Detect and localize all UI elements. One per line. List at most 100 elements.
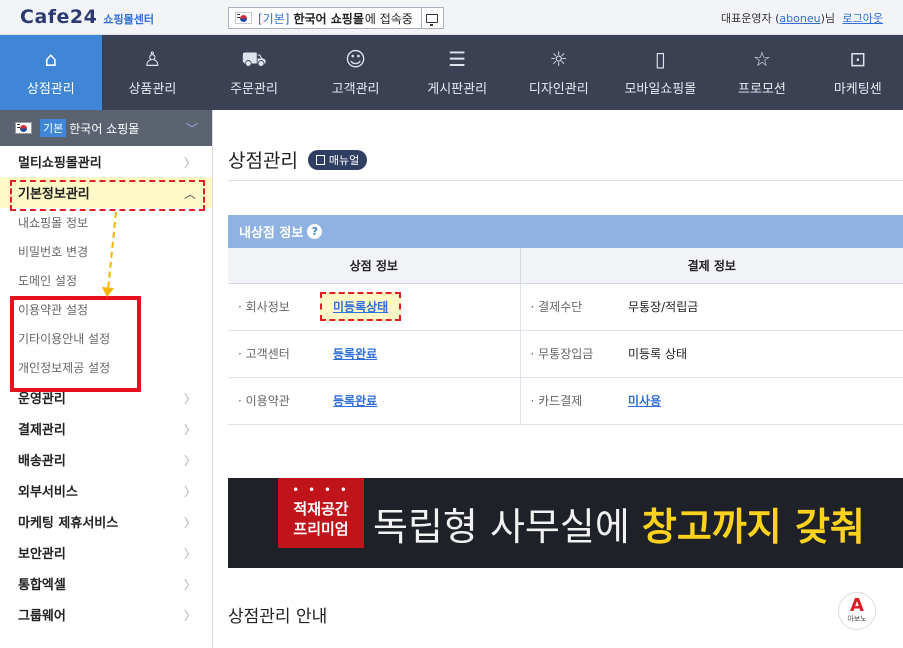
abono-label: 아보노 (847, 615, 867, 623)
gnb-mobile-shop[interactable]: ▯ 모바일쇼핑몰 (610, 35, 712, 110)
cafe24-logo[interactable]: Cafe24 쇼핑몰센터 (20, 6, 154, 28)
row-label: · 이용약관 (228, 377, 320, 425)
cart-icon: ⛟ (241, 47, 267, 71)
sidebar-item-multishop[interactable]: 멀티쇼핑몰관리 〉 (0, 146, 212, 177)
manual-icon (315, 154, 325, 165)
sidebar-item-label: 배송관리 (18, 454, 66, 469)
sidebar-item-shipping[interactable]: 배송관리 〉 (0, 444, 212, 475)
sidebar-item-security[interactable]: 보안관리 〉 (0, 537, 212, 568)
sidebar-item-label: 외부서비스 (18, 485, 78, 500)
gnb-label: 프로모션 (738, 82, 786, 97)
sidebar-sub-label: 내쇼핑몰 정보 (18, 216, 89, 230)
sidebar-sub-other-guide-settings[interactable]: 기타이용안내 설정 (0, 324, 212, 353)
row-value: 미등록 상태 (628, 330, 903, 378)
board-icon: ☰ (448, 47, 467, 71)
gnb-store-management[interactable]: ⌂ 상점관리 (0, 35, 102, 110)
sidebar-sub-label: 개인정보제공 설정 (18, 361, 111, 375)
sidebar-item-label: 결제관리 (18, 423, 66, 438)
sidebar-item-groupware[interactable]: 그룹웨어 〉 (0, 599, 212, 630)
col-payment-info: 결제 정보 (520, 248, 903, 284)
sidebar-sub-label: 이용약관 설정 (18, 303, 89, 317)
gnb-label: 주문관리 (230, 82, 278, 97)
gnb-design-management[interactable]: ☼ 디자인관리 (508, 35, 610, 110)
row-value-cell: 미등록상태 (320, 283, 521, 331)
row-value-cell: 미사용 (628, 377, 903, 425)
sidebar-item-integrated-excel[interactable]: 통합엑셀 〉 (0, 568, 212, 599)
customer-center-status-link[interactable]: 등록완료 (333, 347, 377, 361)
sidebar-sub-change-password[interactable]: 비밀번호 변경 (0, 237, 212, 266)
table-row: · 회사정보 미등록상태 · 결제수단 무통장/적립금 (228, 283, 903, 331)
sidebar-item-label: 멀티쇼핑몰관리 (18, 156, 102, 171)
user-id-link[interactable]: aboneu (779, 12, 820, 25)
row-label: · 무통장입금 (520, 330, 628, 378)
gnb-customer-management[interactable]: ☺ 고객관리 (305, 35, 407, 110)
sidebar-item-operations[interactable]: 운영관리 〉 (0, 382, 212, 413)
chevron-right-icon: 〉 (183, 547, 196, 561)
chevron-right-icon: 〉 (183, 578, 196, 592)
shop-name: 한국어 쇼핑몰 (293, 11, 364, 26)
terms-status-link[interactable]: 등록완료 (333, 394, 377, 408)
chevron-right-icon: 〉 (183, 516, 196, 530)
sidebar-item-basic-info[interactable]: 기본정보관리 ︿ (0, 177, 212, 208)
gnb-board-management[interactable]: ☰ 게시판관리 (406, 35, 508, 110)
chevron-right-icon: 〉 (183, 485, 196, 499)
header-divider (228, 180, 903, 181)
shop-selector[interactable]: [기본] 한국어 쇼핑몰 에 접속중 (228, 7, 444, 29)
sidebar-item-label: 보안관리 (18, 547, 66, 562)
main-navigation: ⌂ 상점관리 ♙ 상품관리 ⛟ 주문관리 ☺ 고객관리 ☰ 게시판관리 ☼ 디자… (0, 35, 903, 110)
sidebar-sub-my-shop-info[interactable]: 내쇼핑몰 정보 (0, 208, 212, 237)
my-store-info-panel: 내상점 정보 ? 상점 정보 결제 정보 · 회사정보 미등록상태 · 결제수단… (228, 215, 903, 425)
row-value-cell: 등록완료 (320, 330, 521, 378)
sidebar-item-marketing-partners[interactable]: 마케팅 제휴서비스 〉 (0, 506, 212, 537)
sidebar-item-label: 기본정보관리 (18, 187, 90, 202)
gnb-promotion[interactable]: ☆ 프로모션 (711, 35, 813, 110)
sidebar-menu: 멀티쇼핑몰관리 〉 기본정보관리 ︿ 내쇼핑몰 정보 비밀번호 변경 도메인 설… (0, 146, 212, 630)
sidebar-shop-selector[interactable]: 기본 한국어 쇼핑몰 ﹀ (0, 110, 212, 146)
shop-status: 에 접속중 (364, 11, 413, 26)
chevron-right-icon: 〉 (183, 423, 196, 437)
table-row: · 고객센터 등록완료 · 무통장입금 미등록 상태 (228, 330, 903, 378)
abono-icon: A (850, 595, 864, 616)
gnb-label: 상품관리 (128, 82, 177, 97)
company-info-highlight: 미등록상태 (320, 292, 402, 321)
store-info-table: 상점 정보 결제 정보 · 회사정보 미등록상태 · 결제수단 무통장/적립금 … (228, 248, 903, 425)
sidebar-item-payment[interactable]: 결제관리 〉 (0, 413, 212, 444)
banner-text-emphasis: 창고까지 갖춰 (641, 505, 865, 549)
store-guide-title: 상점관리 안내 (228, 607, 328, 627)
gnb-product-management[interactable]: ♙ 상품관리 (102, 35, 204, 110)
sidebar-sub-privacy-settings[interactable]: 개인정보제공 설정 (0, 353, 212, 382)
sidebar-item-external-services[interactable]: 외부서비스 〉 (0, 475, 212, 506)
card-payment-status-link[interactable]: 미사용 (628, 394, 661, 408)
korea-flag-icon (235, 12, 252, 24)
sidebar-sub-terms-settings[interactable]: 이용약관 설정 (0, 295, 212, 324)
sidebar-sub-label: 기타이용안내 설정 (18, 332, 111, 346)
gnb-label: 마케팅센 (833, 82, 882, 97)
banner-badge: • • • • 적재공간 프리미엄 (278, 478, 364, 548)
star-icon: ☆ (752, 47, 771, 71)
top-bar: Cafe24 쇼핑몰센터 [기본] 한국어 쇼핑몰 에 접속중 대표운영자 (a… (0, 0, 903, 35)
monitor-icon[interactable] (420, 7, 443, 29)
col-store-info: 상점 정보 (228, 248, 521, 284)
sidebar-sub-label: 도메인 설정 (18, 274, 78, 288)
user-prefix: 대표운영자 ( (721, 12, 780, 25)
abono-logo[interactable]: A 아보노 (838, 592, 876, 630)
home-icon: ⌂ (44, 47, 58, 71)
logo-sub: 쇼핑몰센터 (103, 13, 154, 26)
gnb-order-management[interactable]: ⛟ 주문관리 (203, 35, 305, 110)
banner-headline: 독립형 사무실에 창고까지 갖춰 (373, 496, 865, 551)
sidebar-sub-domain-settings[interactable]: 도메인 설정 (0, 266, 212, 295)
sidebar: 기본 한국어 쇼핑몰 ﹀ 멀티쇼핑몰관리 〉 기본정보관리 ︿ 내쇼핑몰 정보 … (0, 110, 213, 648)
banner-dots: • • • • (292, 485, 350, 496)
chevron-right-icon: 〉 (183, 454, 196, 468)
gnb-label: 상점관리 (26, 82, 75, 97)
manual-button[interactable]: 매뉴얼 (307, 149, 368, 170)
company-info-status-link[interactable]: 미등록상태 (333, 300, 388, 314)
help-icon[interactable]: ? (307, 224, 323, 239)
shop-tag: [기본] (258, 11, 290, 26)
chevron-right-icon: 〉 (183, 609, 196, 623)
row-value: 무통장/적립금 (628, 283, 903, 331)
chevron-up-icon: ︿ (183, 187, 196, 201)
gnb-marketing[interactable]: ⊡ 마케팅센 (813, 35, 903, 110)
ad-banner[interactable]: • • • • 적재공간 프리미엄 독립형 사무실에 창고까지 갖춰 (228, 478, 903, 568)
logout-link[interactable]: 로그아웃 (843, 12, 883, 25)
